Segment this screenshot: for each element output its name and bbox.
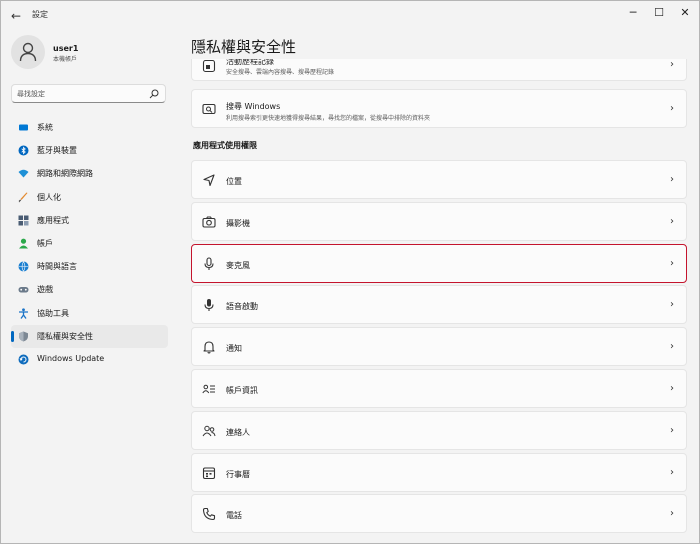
sidebar-item-brush[interactable]: 個人化 [11,186,168,209]
search-icon[interactable] [149,89,159,99]
system-icon [19,124,28,131]
permission-card-account-info[interactable]: 帳戶資訊 › [191,369,687,408]
search-input[interactable] [17,88,142,100]
permission-label: 麥克風 [226,260,250,270]
calendar-icon [202,467,216,479]
voice-activation-icon [204,299,214,312]
sidebar-item-update[interactable]: Windows Update [11,348,168,371]
chevron-right-icon: › [670,257,674,269]
shield-icon [19,331,28,342]
avatar[interactable] [11,35,45,69]
permission-card-voice-activation[interactable]: 語音啟動 › [191,285,687,325]
sidebar-item-label: 應用程式 [37,215,69,225]
close-button[interactable]: ✕ [672,3,698,23]
permission-card-camera[interactable]: 攝影機 › [191,201,687,241]
page-title: 隱私權與安全性 [191,38,297,56]
settings-content: 活動歷程記錄 安全搜尋、雲端內容搜尋、搜尋歷程記錄 › 搜尋 Windows 利… [191,59,687,543]
accessibility-icon [19,307,28,319]
settings-window: ← 設定 ─ ☐ ✕ user1 本機帳戶 系統 藍牙與裝置 網路和網際網路 [0,0,700,544]
gamepad-icon [18,287,29,293]
chevron-right-icon: › [670,383,674,394]
bluetooth-icon [18,145,29,156]
permission-card-microphone[interactable]: 麥克風 › [191,243,687,283]
permission-card-bell[interactable]: 通知 › [191,327,687,367]
phone-icon [202,508,216,521]
chevron-right-icon: › [670,59,674,70]
permission-label: 連絡人 [226,427,250,437]
person-icon [19,42,37,62]
sidebar-item-apps[interactable]: 應用程式 [11,209,168,232]
title-bar: ← 設定 ─ ☐ ✕ [1,1,699,31]
app-title: 設定 [32,10,48,19]
microphone-icon [204,257,214,270]
chevron-right-icon: › [670,215,674,227]
history-icon [202,59,216,73]
permission-label: 攝影機 [226,218,250,228]
sidebar-item-label: Windows Update [37,353,105,363]
minimize-button[interactable]: ─ [620,3,646,23]
location-icon [203,174,215,187]
sidebar-item-label: 遊戲 [37,285,53,295]
permission-label: 行事曆 [226,469,250,479]
card-title: 搜尋 Windows [226,102,281,111]
chevron-right-icon: › [670,466,674,478]
sidebar-item-label: 協助工具 [37,308,69,318]
permission-label: 語音啟動 [226,302,258,312]
chevron-right-icon: › [670,341,674,353]
contacts-icon [202,425,216,437]
permission-label: 帳戶資訊 [226,386,258,395]
permission-card-calendar[interactable]: 行事曆 › [191,452,687,492]
sidebar-item-label: 網路和網際網路 [37,169,93,179]
maximize-button[interactable]: ☐ [646,3,672,23]
update-icon [18,354,29,365]
chevron-right-icon: › [670,424,674,436]
card-description: 利用搜尋索引更快速地獲得搜尋結果，尋找您的檔案，從搜尋中排除的資料夾 [226,115,431,122]
sidebar-nav: 系統 藍牙與裝置 網路和網際網路 個人化 應用程式 帳戶 時間與語言 遊戲 協助… [11,116,168,371]
sidebar-item-accessibility[interactable]: 協助工具 [11,302,168,325]
camera-icon [202,216,216,228]
user-name: user1 [53,44,79,53]
chevron-right-icon: › [670,508,674,520]
permission-label: 電話 [226,511,242,521]
sidebar-item-system[interactable]: 系統 [11,116,168,139]
sidebar-item-label: 帳戶 [37,238,53,248]
sidebar-item-label: 時間與語言 [37,262,77,272]
brush-icon [18,192,28,203]
back-arrow-icon[interactable]: ← [7,7,25,25]
sidebar-item-gamepad[interactable]: 遊戲 [11,278,168,301]
chevron-right-icon: › [670,299,674,311]
sidebar-item-bluetooth[interactable]: 藍牙與裝置 [11,139,168,162]
sidebar-item-label: 系統 [37,123,53,132]
permission-card-location[interactable]: 位置 › [191,160,687,199]
card-title: 活動歷程記錄 [226,59,274,66]
search-box[interactable] [11,84,166,103]
globe-clock-icon [18,261,29,272]
account-info-icon [202,384,215,394]
chevron-right-icon: › [670,103,674,114]
apps-icon [18,215,29,226]
account-icon [19,238,28,249]
chevron-right-icon: › [670,174,674,185]
active-indicator [11,330,14,342]
bell-icon [203,341,215,354]
sidebar-item-globe-clock[interactable]: 時間與語言 [11,255,168,278]
search-window-icon [202,103,216,115]
sidebar-item-label: 個人化 [37,192,61,202]
section-title: 應用程式使用權限 [193,141,257,150]
permission-card-phone[interactable]: 電話 › [191,494,687,534]
permission-label: 位置 [226,177,242,186]
wifi-icon [18,170,29,178]
sidebar-item-account[interactable]: 帳戶 [11,232,168,255]
search-windows-card[interactable]: 搜尋 Windows 利用搜尋索引更快速地獲得搜尋結果，尋找您的檔案，從搜尋中排… [191,89,687,128]
permission-label: 通知 [226,344,242,354]
sidebar-item-label: 藍牙與裝置 [37,146,77,156]
sidebar-item-label: 隱私權與安全性 [37,331,93,341]
activity-history-card[interactable]: 活動歷程記錄 安全搜尋、雲端內容搜尋、搜尋歷程記錄 › [191,59,687,81]
account-type: 本機帳戶 [53,56,78,63]
sidebar-item-wifi[interactable]: 網路和網際網路 [11,162,168,185]
card-description: 安全搜尋、雲端內容搜尋、搜尋歷程記錄 [226,69,335,76]
permission-card-contacts[interactable]: 連絡人 › [191,410,687,450]
sidebar-item-shield[interactable]: 隱私權與安全性 [11,324,168,348]
